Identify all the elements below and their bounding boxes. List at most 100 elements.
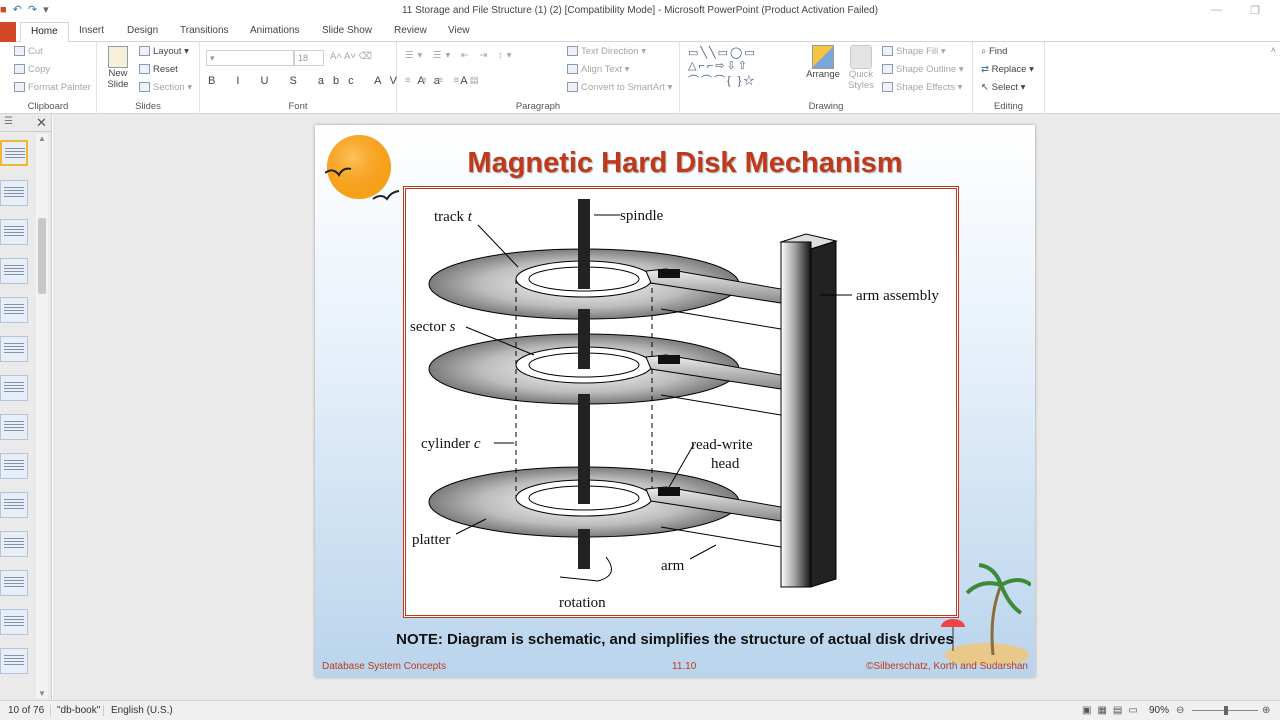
- bullets-icon[interactable]: ☰▾ ☰▾ ⇤ ⇥ ↕▾: [405, 50, 516, 61]
- label-cylinder: cylinder c: [421, 436, 481, 452]
- select-button[interactable]: ↖ Select ▾: [981, 82, 1025, 93]
- effects-icon: [882, 82, 893, 93]
- restore-icon[interactable]: ❐: [1250, 4, 1260, 17]
- slide-thumbnail[interactable]: [0, 336, 28, 362]
- sun-decoration: [324, 135, 400, 203]
- shape-outline-button[interactable]: Shape Outline ▾: [882, 64, 964, 75]
- tab-slide-show[interactable]: Slide Show: [322, 25, 372, 36]
- zoom-level[interactable]: 90%: [1149, 705, 1169, 716]
- clipboard-label: Clipboard: [27, 101, 69, 112]
- label-arm: arm: [661, 558, 685, 574]
- reset-button[interactable]: Reset: [139, 64, 178, 75]
- quick-styles-icon: [850, 45, 872, 69]
- paragraph-group: ☰▾ ☰▾ ⇤ ⇥ ↕▾ ≡ ≡ ≡ ≡ ▤ Text Direction ▾ …: [397, 42, 680, 114]
- layout-button[interactable]: Layout ▾: [139, 46, 189, 57]
- ribbon: Cut Copy Format Painter Clipboard New Sl…: [0, 42, 1280, 114]
- slide[interactable]: Magnetic Hard Disk Mechanism track t spi…: [315, 125, 1035, 677]
- new-slide-icon: [108, 46, 128, 68]
- view-buttons[interactable]: ▣▦▤▭: [1082, 705, 1144, 716]
- pane-tabs: ☰ ✕: [0, 114, 52, 132]
- tab-view[interactable]: View: [448, 25, 470, 36]
- close-pane-icon[interactable]: ✕: [36, 115, 47, 131]
- cursor-icon: ↖: [981, 82, 992, 93]
- font-group: ▾ 18 A˄ A˅ ⌫ B I U S abc AV Aa A Font: [200, 42, 468, 114]
- zoom-slider-thumb[interactable]: [1224, 706, 1228, 715]
- scroll-up-icon[interactable]: ▲: [36, 134, 48, 143]
- shape-effects-button[interactable]: Shape Effects ▾: [882, 82, 962, 93]
- slide-note[interactable]: NOTE: Diagram is schematic, and simplifi…: [315, 631, 1035, 648]
- slide-title[interactable]: Magnetic Hard Disk Mechanism: [435, 147, 935, 180]
- label-sector: sector s: [410, 319, 456, 335]
- slide-thumbnail[interactable]: [0, 609, 28, 635]
- reset-icon: [139, 64, 150, 75]
- slide-thumbnail[interactable]: [0, 297, 28, 323]
- editing-group: ⌕ Find ⇄ Replace ▾ ↖ Select ▾ Editing: [973, 42, 1045, 114]
- scroll-down-icon[interactable]: ▼: [36, 689, 48, 698]
- status-bar: 10 of 76 "db-book" English (U.S.) ▣▦▤▭ 9…: [0, 700, 1280, 720]
- zoom-out-icon[interactable]: ⊖: [1176, 705, 1184, 716]
- font-size-box[interactable]: 18: [294, 50, 324, 66]
- quick-styles-button[interactable]: Quick Styles: [844, 45, 878, 91]
- scissors-icon: [14, 46, 25, 57]
- replace-icon: ⇄: [981, 64, 992, 75]
- text-direction-button[interactable]: Text Direction ▾: [567, 46, 646, 57]
- section-icon: [139, 82, 150, 93]
- collapse-ribbon-icon[interactable]: ˄: [1271, 45, 1276, 55]
- slide-thumbnail[interactable]: [0, 180, 28, 206]
- font-name-box[interactable]: ▾: [206, 50, 294, 66]
- slide-thumbnail[interactable]: [0, 219, 28, 245]
- slide-thumbnail[interactable]: [0, 375, 28, 401]
- label-arm-assembly: arm assembly: [856, 288, 939, 304]
- label-read-write: read-write: [691, 437, 753, 453]
- copy-icon: [14, 64, 25, 75]
- slide-thumbnail[interactable]: [0, 140, 28, 166]
- arrange-icon: [812, 45, 834, 69]
- align-text-button[interactable]: Align Text ▾: [567, 64, 629, 75]
- arrange-button[interactable]: Arrange: [804, 45, 842, 80]
- pane-scrollbar[interactable]: ▲ ▼: [36, 134, 48, 698]
- tab-review[interactable]: Review: [394, 25, 427, 36]
- scroll-thumb[interactable]: [38, 218, 46, 294]
- minimize-icon[interactable]: —: [1211, 4, 1222, 17]
- shapes-gallery[interactable]: ▭╲╲▭◯▭ △⌐⌐⇨⇩⇧ ⌒⌒⌒{ }☆: [688, 46, 757, 88]
- drawing-label: Drawing: [808, 101, 844, 112]
- copy-button[interactable]: Copy: [14, 64, 50, 75]
- outline-tab-icon[interactable]: ☰: [4, 116, 13, 127]
- section-button[interactable]: Section ▾: [139, 82, 192, 93]
- slide-thumbnail[interactable]: [0, 531, 28, 557]
- convert-smartart-button[interactable]: Convert to SmartArt ▾: [567, 82, 672, 93]
- new-slide-button[interactable]: New Slide: [103, 46, 133, 90]
- clipboard-group: Cut Copy Format Painter Clipboard: [0, 42, 97, 114]
- label-track: track t: [434, 209, 473, 225]
- tab-home[interactable]: Home: [20, 22, 69, 43]
- label-head: head: [711, 456, 740, 472]
- slide-thumbnail[interactable]: [0, 492, 28, 518]
- slides-group: New Slide Layout ▾ Reset Section ▾ Slide…: [97, 42, 200, 114]
- shape-fill-button[interactable]: Shape Fill ▾: [882, 46, 946, 57]
- slide-thumbnail[interactable]: [0, 570, 28, 596]
- footer-left: Database System Concepts: [322, 661, 446, 672]
- slide-thumbnail[interactable]: [0, 414, 28, 440]
- slide-thumbnail[interactable]: [0, 453, 28, 479]
- window-title: 11 Storage and File Structure (1) (2) [C…: [401, 5, 879, 16]
- file-tab[interactable]: [0, 22, 16, 42]
- tab-insert[interactable]: Insert: [79, 25, 104, 36]
- cut-button[interactable]: Cut: [14, 46, 43, 57]
- label-spindle: spindle: [620, 208, 664, 224]
- zoom-in-icon[interactable]: ⊕: [1262, 705, 1270, 716]
- slide-thumbnail[interactable]: [0, 648, 28, 674]
- editing-label: Editing: [993, 101, 1024, 112]
- hard-disk-illustration: track t spindle arm assembly sector s cy…: [410, 199, 939, 611]
- tab-design[interactable]: Design: [127, 25, 158, 36]
- disk-diagram[interactable]: track t spindle arm assembly sector s cy…: [403, 186, 959, 618]
- format-painter-button[interactable]: Format Painter: [14, 82, 91, 93]
- language-indicator[interactable]: English (U.S.): [103, 705, 173, 716]
- tab-transitions[interactable]: Transitions: [180, 25, 229, 36]
- tab-animations[interactable]: Animations: [250, 25, 299, 36]
- find-button[interactable]: ⌕ Find: [981, 46, 1007, 57]
- align-icons[interactable]: ≡ ≡ ≡ ≡ ▤: [405, 75, 483, 86]
- replace-button[interactable]: ⇄ Replace ▾: [981, 64, 1034, 75]
- outline-icon: [882, 64, 893, 75]
- slide-thumbnail[interactable]: [0, 258, 28, 284]
- font-grow-icon[interactable]: A˄ A˅ ⌫: [330, 51, 372, 62]
